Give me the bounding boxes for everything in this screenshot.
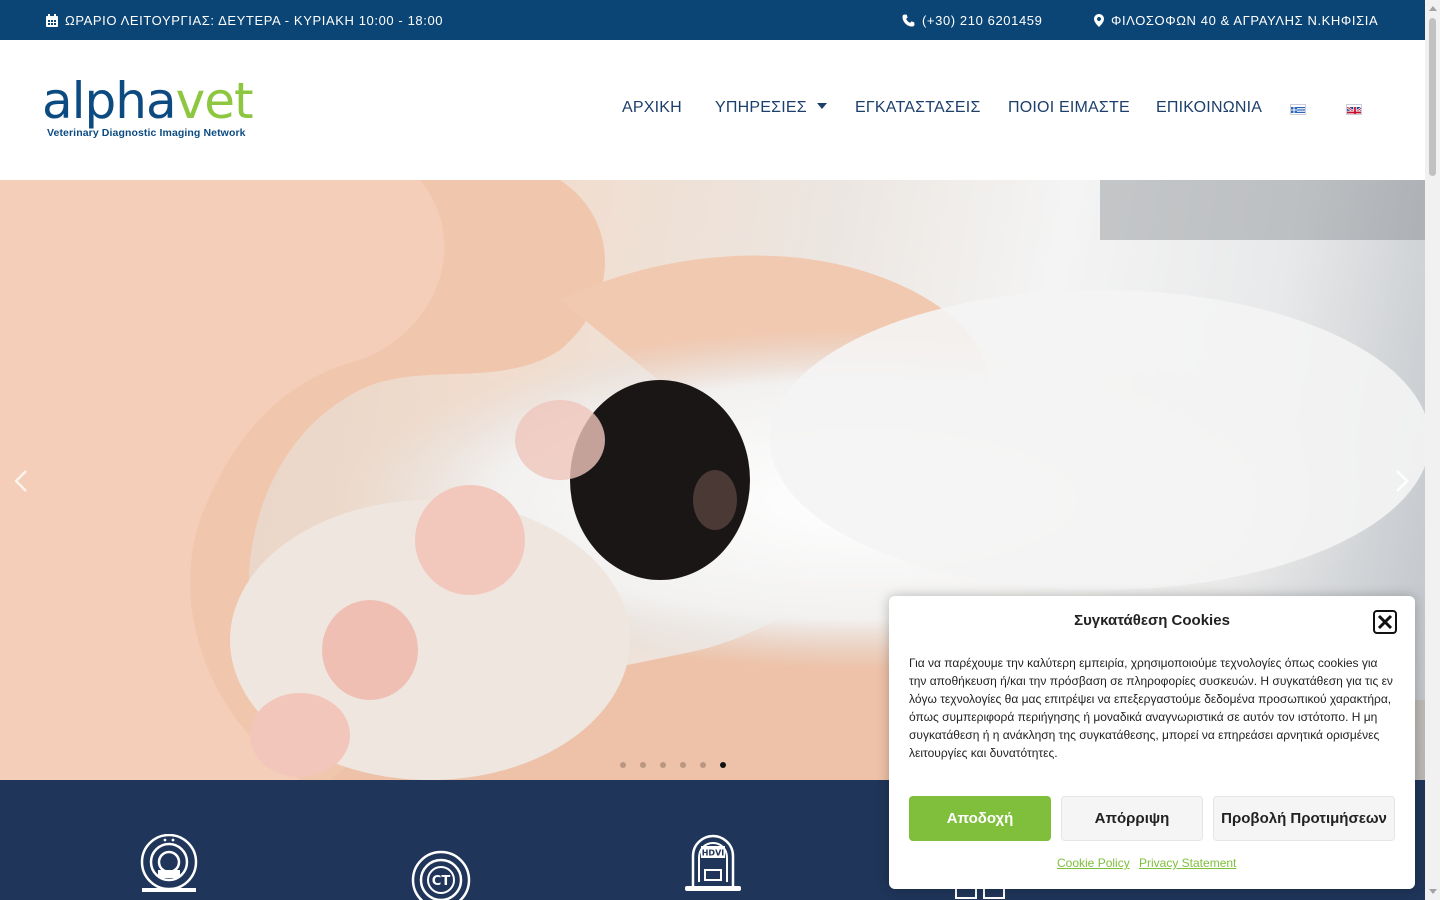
slider-dot[interactable] [680, 762, 686, 768]
slider-dot-active[interactable] [720, 762, 726, 768]
logo-wordmark: alphavet [42, 74, 282, 128]
greek-flag-icon[interactable] [1290, 104, 1306, 115]
nav-item-services[interactable]: ΥΠΗΡΕΣΙΕΣ [715, 99, 828, 117]
phone-text[interactable]: (+30) 210 6201459 [922, 13, 1042, 28]
nav-item-home[interactable]: ΑΡΧΙΚΗ [622, 99, 682, 117]
top-info-bar: ΩΡΑΡΙΟ ΛΕΙΤΟΥΡΓΙΑΣ: ΔΕΥΤΕΡΑ - ΚΥΡΙΑΚΗ 10… [0, 0, 1425, 40]
english-flag-icon[interactable] [1346, 104, 1362, 115]
close-button[interactable] [1373, 610, 1397, 634]
alphavet-logo[interactable]: alphavet Veterinary Diagnostic Imaging N… [42, 74, 282, 148]
cookie-dialog-title: Συγκατάθεση Cookies [1074, 612, 1230, 629]
opening-hours: ΩΡΑΡΙΟ ΛΕΙΤΟΥΡΓΙΑΣ: ΔΕΥΤΕΡΑ - ΚΥΡΙΑΚΗ 10… [46, 0, 443, 40]
phone-icon [902, 14, 915, 26]
ct-scanner-icon[interactable]: CT [410, 850, 472, 900]
calendar-icon [46, 13, 58, 27]
cookie-dialog-body: Για να παρέχουμε την καλύτερη εμπειρία, … [909, 656, 1393, 760]
slider-dot[interactable] [660, 762, 666, 768]
opening-hours-text: ΩΡΑΡΙΟ ΛΕΙΤΟΥΡΓΙΑΣ: ΔΕΥΤΕΡΑ - ΚΥΡΙΑΚΗ 10… [65, 12, 444, 28]
nav-item-about[interactable]: ΠΟΙΟΙ ΕΙΜΑΣΤΕ [1008, 99, 1130, 117]
mri-scanner-icon[interactable] [138, 834, 200, 894]
scrollbar-thumb[interactable] [1429, 18, 1436, 176]
logo-word-main: alpha [42, 72, 177, 130]
slider-pagination [620, 762, 726, 768]
address-text[interactable]: ΦΙΛΟΣΟΦΩΝ 40 & ΑΓΡΑΥΛΗΣ Ν.ΚΗΦΙΣΙΑ [1111, 13, 1378, 28]
slider-dot[interactable] [640, 762, 646, 768]
page-scrollbar[interactable] [1425, 0, 1440, 900]
logo-word-accent: vet [175, 72, 254, 130]
deny-button[interactable]: Απόρριψη [1061, 796, 1203, 841]
hdvi-scanner-icon[interactable]: HDVI [683, 834, 743, 894]
page: ΩΡΑΡΙΟ ΛΕΙΤΟΥΡΓΙΑΣ: ΔΕΥΤΕΡΑ - ΚΥΡΙΑΚΗ 10… [0, 0, 1440, 900]
hdvi-label: HDVI [702, 849, 725, 858]
slider-dot[interactable] [700, 762, 706, 768]
close-icon [1377, 614, 1393, 630]
nav-item-contact[interactable]: ΕΠΙΚΟΙΝΩΝΙΑ [1156, 99, 1262, 117]
privacy-statement-link[interactable]: Privacy Statement [1139, 856, 1236, 870]
phone-link[interactable]: (+30) 210 6201459 [902, 0, 1042, 40]
cookie-policy-link[interactable]: Cookie Policy [1057, 856, 1130, 870]
slider-dot[interactable] [620, 762, 626, 768]
ct-label: CT [432, 874, 451, 889]
cookie-consent-dialog: Συγκατάθεση Cookies Για να παρέχουμε την… [889, 596, 1415, 889]
slider-next-arrow[interactable] [1395, 470, 1409, 492]
scroll-down-arrow-icon[interactable] [1429, 889, 1437, 894]
nav-item-services-label: ΥΠΗΡΕΣΙΕΣ [715, 99, 807, 116]
map-pin-icon [1094, 13, 1104, 27]
address-link[interactable]: ΦΙΛΟΣΟΦΩΝ 40 & ΑΓΡΑΥΛΗΣ Ν.ΚΗΦΙΣΙΑ [1094, 0, 1378, 40]
slider-prev-arrow[interactable] [14, 470, 28, 492]
scroll-up-arrow-icon[interactable] [1429, 6, 1437, 11]
accept-button[interactable]: Αποδοχή [909, 796, 1051, 841]
site-header: alphavet Veterinary Diagnostic Imaging N… [0, 40, 1425, 180]
nav-item-facilities[interactable]: ΕΓΚΑΤΑΣΤΑΣΕΙΣ [855, 99, 981, 117]
logo-tagline: Veterinary Diagnostic Imaging Network [47, 127, 246, 139]
view-preferences-button[interactable]: Προβολή Προτιμήσεων [1213, 796, 1395, 841]
chevron-down-icon [817, 103, 828, 109]
